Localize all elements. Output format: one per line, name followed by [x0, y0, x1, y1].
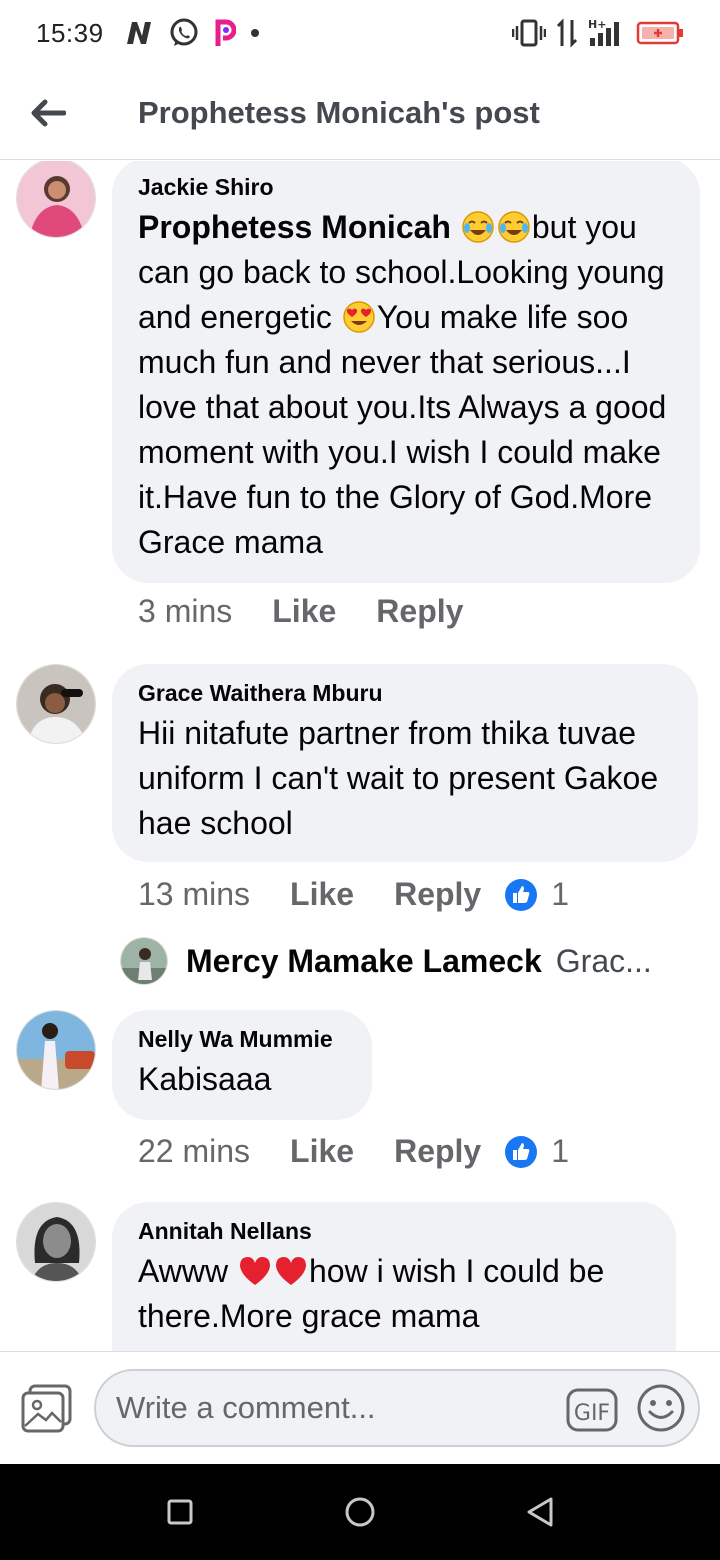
comment-text: Prophetess Monicah but you can go back t…: [138, 205, 674, 565]
tears-of-joy-emoji-icon: [498, 211, 530, 243]
comment-input-box[interactable]: GIF: [94, 1369, 700, 1447]
comment-text-part: You make life soo much fun and never tha…: [138, 299, 667, 560]
circle-icon: [345, 1497, 375, 1527]
signal-icon: H+: [588, 18, 619, 46]
reply-snippet[interactable]: Grac...: [556, 943, 652, 980]
whatsapp-icon: [170, 18, 198, 46]
comment-bubble[interactable]: Nelly Wa Mummie Kabisaaa: [112, 1010, 372, 1120]
like-button[interactable]: Like: [272, 593, 336, 630]
comment-bubble[interactable]: Grace Waithera Mburu Hii nitafute partne…: [112, 664, 698, 862]
comment-timestamp[interactable]: 22 mins: [138, 1133, 250, 1170]
tears-of-joy-emoji-icon: [462, 211, 494, 243]
battery-icon: [636, 21, 683, 45]
comment-author[interactable]: Annitah Nellans: [138, 1218, 650, 1245]
comment-author[interactable]: Grace Waithera Mburu: [138, 680, 672, 707]
comment-actions: 22 mins Like Reply 1: [138, 1133, 569, 1170]
avatar[interactable]: [16, 1202, 96, 1282]
comment-bubble[interactable]: Annitah Nellans Awww how i wish I could …: [112, 1202, 676, 1351]
page-title: Prophetess Monicah's post: [138, 94, 540, 130]
comment-text: Kabisaaa: [138, 1061, 272, 1097]
post-header: Prophetess Monicah's post: [0, 66, 720, 160]
square-icon: [167, 1499, 193, 1525]
comment-bubble[interactable]: Jackie Shiro Prophetess Monicah but you …: [112, 161, 700, 583]
svg-text:H+: H+: [588, 18, 606, 31]
comment-text-part: Awww: [138, 1253, 237, 1289]
like-reaction-icon: [505, 878, 538, 911]
notification-icons: [124, 17, 260, 49]
red-heart-emoji-icon: [275, 1257, 306, 1285]
comment-author[interactable]: Jackie Shiro: [138, 174, 674, 201]
like-reaction-icon: [505, 1135, 538, 1168]
avatar[interactable]: [120, 937, 168, 985]
avatar[interactable]: [16, 161, 96, 238]
comment-input[interactable]: [116, 1385, 556, 1431]
mention-tag[interactable]: Prophetess Monicah: [138, 209, 451, 245]
gif-label: GIF: [574, 1401, 610, 1426]
like-button[interactable]: Like: [290, 876, 354, 913]
reply-button[interactable]: Reply: [394, 876, 481, 913]
reply-button[interactable]: Reply: [376, 593, 463, 630]
system-nav-bar: [0, 1464, 720, 1560]
heart-eyes-emoji-icon: [343, 301, 375, 333]
system-icons: H+: [512, 18, 684, 48]
picsart-icon: [215, 19, 236, 46]
reaction-count: 1: [551, 1133, 570, 1169]
avatar[interactable]: [16, 664, 96, 744]
reply-button[interactable]: Reply: [394, 1133, 481, 1170]
n-notification-icon: [126, 22, 151, 44]
vibrate-icon: [512, 19, 546, 47]
photo-gallery-icon: [21, 1384, 72, 1433]
avatar[interactable]: [16, 1010, 96, 1090]
status-bar: 15:39 H+: [0, 0, 720, 66]
reply-author[interactable]: Mercy Mamake Lameck: [186, 943, 542, 980]
photo-button[interactable]: [20, 1384, 74, 1434]
back-nav-button[interactable]: [515, 1487, 565, 1537]
comments-list[interactable]: Jackie Shiro Prophetess Monicah but you …: [0, 161, 720, 1351]
dot-icon: [250, 29, 259, 37]
arrow-left-icon: [31, 99, 66, 126]
reaction-summary[interactable]: 1: [505, 876, 569, 913]
reaction-summary[interactable]: 1: [505, 1133, 569, 1170]
reply-preview[interactable]: Mercy Mamake Lameck Grac...: [120, 937, 652, 985]
back-button[interactable]: [0, 66, 96, 160]
triangle-back-icon: [527, 1497, 553, 1527]
comment-timestamp[interactable]: 3 mins: [138, 593, 232, 630]
gif-button[interactable]: GIF: [566, 1388, 618, 1432]
red-heart-emoji-icon: [239, 1257, 270, 1285]
home-button[interactable]: [335, 1487, 385, 1537]
like-button[interactable]: Like: [290, 1133, 354, 1170]
comment-actions: 3 mins Like Reply: [138, 593, 503, 630]
comment-actions: 13 mins Like Reply 1: [138, 876, 569, 913]
comment-timestamp[interactable]: 13 mins: [138, 876, 250, 913]
comment-text: Awww how i wish I could be there.More gr…: [138, 1249, 650, 1339]
data-transfer-icon: [556, 18, 578, 48]
status-time: 15:39: [36, 17, 104, 48]
comment-composer: GIF: [0, 1351, 720, 1464]
comment-author[interactable]: Nelly Wa Mummie: [138, 1026, 346, 1053]
reaction-count: 1: [551, 876, 570, 912]
recents-button[interactable]: [155, 1487, 205, 1537]
emoji-button[interactable]: [636, 1383, 686, 1433]
smiley-icon: [637, 1384, 685, 1432]
comment-text: Hii nitafute partner from thika tuvae un…: [138, 715, 659, 841]
